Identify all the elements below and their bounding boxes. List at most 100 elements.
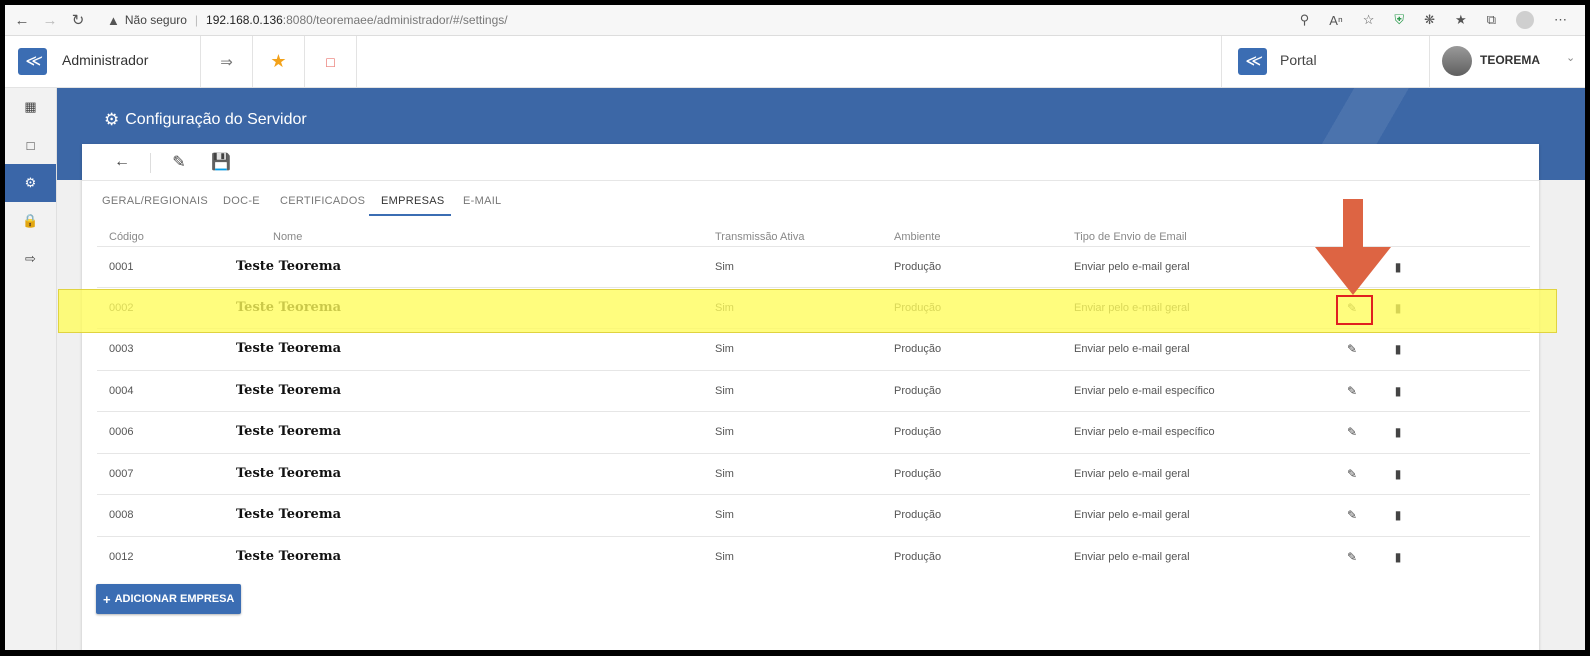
- cell-tipo-envio: Enviar pelo e-mail específico: [1074, 385, 1215, 397]
- app-title: Administrador: [62, 52, 149, 68]
- tab-email[interactable]: E-MAIL: [463, 195, 501, 207]
- user-avatar: [1442, 46, 1472, 76]
- pencil-icon[interactable]: ✎: [1342, 339, 1362, 359]
- logout-icon: ⇨: [25, 251, 36, 266]
- floppy-disk-icon: 💾: [211, 154, 231, 171]
- trash-icon[interactable]: ▮: [1388, 505, 1408, 525]
- cell-codigo: 0008: [109, 509, 134, 521]
- tab-empresas[interactable]: EMPRESAS: [381, 195, 445, 207]
- gear-icon: ⚙: [24, 175, 37, 190]
- pencil-icon[interactable]: ✎: [1342, 464, 1362, 484]
- cell-ambiente: Produção: [894, 426, 942, 438]
- cell-ambiente: Produção: [894, 551, 942, 563]
- url-host: 192.168.0.136: [206, 13, 283, 27]
- address-bar[interactable]: ▲ Não seguro | 192.168.0.136 :8080/teore…: [107, 13, 508, 28]
- cell-transmissao: Sim: [715, 468, 734, 480]
- user-menu[interactable]: TEOREMA ⌄: [1429, 36, 1585, 87]
- tab-geral-regionais[interactable]: GERAL/REGIONAIS: [102, 195, 208, 207]
- column-header-transmissao: Transmissão Ativa: [715, 231, 805, 243]
- cell-transmissao: Sim: [715, 302, 734, 314]
- cell-transmissao: Sim: [715, 385, 734, 397]
- cell-codigo: 0006: [109, 426, 134, 438]
- add-company-button[interactable]: + ADICIONAR EMPRESA: [96, 584, 242, 614]
- sidebar-item-logout[interactable]: ⇨: [5, 240, 56, 278]
- browser-toolbar: ← → ↻ ▲ Não seguro | 192.168.0.136 :8080…: [5, 5, 1585, 36]
- cell-tipo-envio: Enviar pelo e-mail geral: [1074, 551, 1190, 563]
- main-content: ⚙ Configuração do Servidor ← ✎ 💾 GERAL/R…: [57, 88, 1585, 650]
- cell-nome: Teste Teorema: [236, 259, 341, 274]
- trash-icon[interactable]: ▮: [1388, 339, 1408, 359]
- trash-icon[interactable]: ▮: [1388, 547, 1408, 567]
- cell-nome: Teste Teorema: [236, 466, 341, 481]
- cell-nome: Teste Teorema: [236, 341, 341, 356]
- collections-icon[interactable]: ⧉: [1487, 12, 1496, 28]
- cell-nome: Teste Teorema: [236, 383, 341, 398]
- pencil-icon[interactable]: ✎: [1342, 257, 1362, 277]
- trash-icon[interactable]: ▮: [1388, 422, 1408, 442]
- warning-icon: ▲: [107, 12, 120, 28]
- favorite-add-icon[interactable]: ☆: [1363, 12, 1375, 28]
- cell-ambiente: Produção: [894, 509, 942, 521]
- pencil-icon[interactable]: ✎: [1342, 422, 1362, 442]
- portal-link[interactable]: ≪ Portal: [1221, 36, 1430, 87]
- profile-icon[interactable]: [1516, 11, 1534, 29]
- trash-icon[interactable]: ▮: [1388, 381, 1408, 401]
- sidebar-item-dashboard[interactable]: ▦: [5, 88, 56, 126]
- forward-arrow-icon[interactable]: →: [39, 12, 61, 29]
- read-aloud-icon[interactable]: Aⁿ: [1329, 13, 1342, 28]
- extensions-icon[interactable]: ❋: [1424, 12, 1435, 28]
- table-row: 0002 Teste Teorema Sim Produção Enviar pelo …: [97, 287, 1530, 329]
- trash-icon[interactable]: ▮: [1388, 298, 1408, 318]
- chat-icon: □: [26, 137, 35, 153]
- cell-tipo-envio: Enviar pelo e-mail específico: [1074, 426, 1215, 438]
- trash-icon[interactable]: ▮: [1388, 257, 1408, 277]
- portal-logo-icon: ≪: [1238, 48, 1267, 75]
- messages-button[interactable]: □: [304, 36, 357, 87]
- address-separator: |: [194, 13, 199, 27]
- table-row: 0004 Teste Teorema Sim Produção Enviar pelo …: [97, 370, 1530, 412]
- screen: ← → ↻ ▲ Não seguro | 192.168.0.136 :8080…: [5, 5, 1585, 650]
- card-toolbar: ← ✎ 💾: [82, 144, 1539, 181]
- cell-ambiente: Produção: [894, 302, 942, 314]
- edit-button[interactable]: ✎: [166, 150, 192, 174]
- menu-collapse-icon: ⇒: [220, 53, 233, 71]
- column-header-ambiente: Ambiente: [894, 231, 941, 243]
- save-button[interactable]: 💾: [208, 150, 234, 174]
- cell-codigo: 0007: [109, 468, 134, 480]
- pencil-icon[interactable]: ✎: [1342, 298, 1362, 318]
- back-button[interactable]: ←: [109, 150, 135, 174]
- tab-doc-e[interactable]: DOC-E: [223, 195, 260, 207]
- trash-icon[interactable]: ▮: [1388, 464, 1408, 484]
- cell-tipo-envio: Enviar pelo e-mail geral: [1074, 343, 1190, 355]
- favorites-icon[interactable]: ★: [1455, 12, 1467, 28]
- table-row: 0003 Teste Teorema Sim Produção Enviar pelo …: [97, 328, 1530, 370]
- chevron-down-icon: ⌄: [1566, 52, 1576, 64]
- key-icon[interactable]: ⚲: [1300, 12, 1310, 28]
- cell-tipo-envio: Enviar pelo e-mail geral: [1074, 302, 1190, 314]
- user-name: TEOREMA: [1480, 53, 1540, 67]
- cell-nome: Teste Teorema: [236, 424, 341, 439]
- add-company-label: ADICIONAR EMPRESA: [114, 593, 235, 605]
- pencil-icon[interactable]: ✎: [1342, 381, 1362, 401]
- pencil-icon[interactable]: ✎: [1342, 547, 1362, 567]
- cell-transmissao: Sim: [715, 551, 734, 563]
- more-icon[interactable]: ⋯: [1554, 12, 1567, 28]
- plus-icon: +: [103, 591, 111, 607]
- shield-icon[interactable]: ⛨: [1394, 12, 1404, 28]
- arrow-left-icon: ←: [114, 153, 130, 170]
- sidebar-item-settings[interactable]: ⚙: [5, 164, 56, 202]
- favorites-button[interactable]: ★: [252, 36, 304, 87]
- cell-transmissao: Sim: [715, 261, 734, 273]
- portal-label: Portal: [1280, 52, 1317, 68]
- sidebar-item-messages[interactable]: □: [5, 126, 56, 164]
- menu-toggle-button[interactable]: ⇒: [200, 36, 252, 87]
- cell-codigo: 0002: [109, 302, 134, 314]
- reload-icon[interactable]: ↻: [67, 11, 89, 29]
- table-row: 0001 Teste Teorema Sim Produção Enviar pelo …: [97, 246, 1530, 288]
- cell-codigo: 0003: [109, 343, 134, 355]
- sidebar-item-security[interactable]: 🔒: [5, 202, 56, 240]
- tab-certificados[interactable]: CERTIFICADOS: [280, 195, 365, 207]
- back-arrow-icon[interactable]: ←: [11, 12, 33, 29]
- table-row: 0006 Teste Teorema Sim Produção Enviar pelo …: [97, 411, 1530, 453]
- pencil-icon[interactable]: ✎: [1342, 505, 1362, 525]
